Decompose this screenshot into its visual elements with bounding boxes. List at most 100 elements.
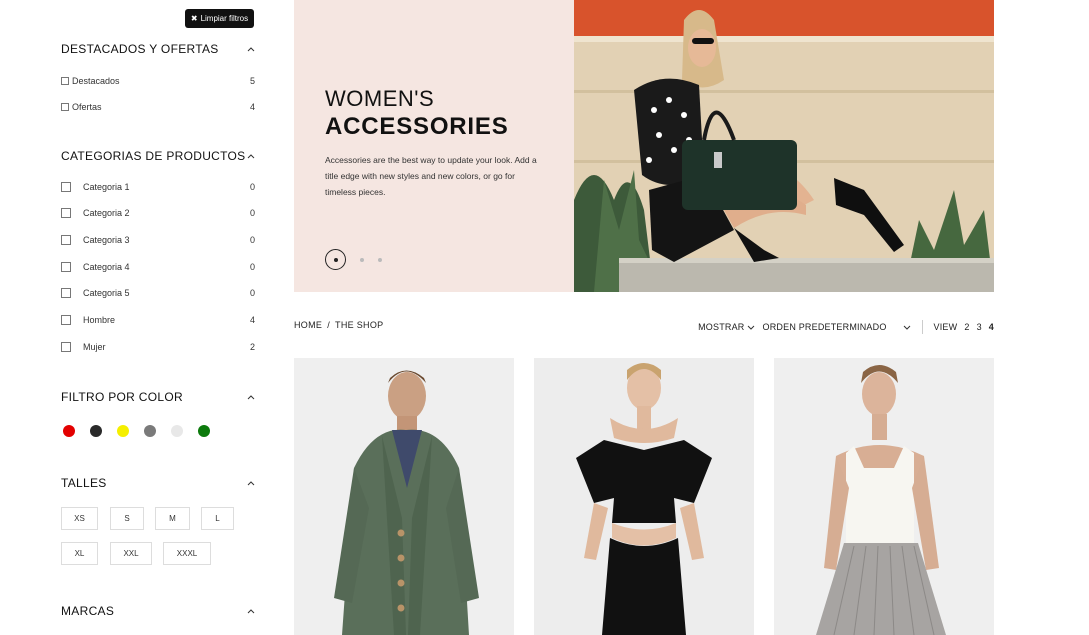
option-count: 0 [249, 208, 255, 218]
filter-option-hombre[interactable]: Hombre 4 [61, 315, 255, 325]
checkbox[interactable] [61, 208, 71, 218]
color-section-title: FILTRO POR COLOR [61, 390, 183, 404]
filter-option-categoria-3[interactable]: Categoria 3 0 [61, 235, 255, 245]
slider-dots [325, 249, 382, 270]
option-label: Mujer [83, 342, 106, 352]
filter-option-categoria-4[interactable]: Categoria 4 0 [61, 262, 255, 272]
checkbox[interactable] [61, 77, 69, 85]
sizes-section-title: TALLES [61, 476, 107, 490]
banner-title-line1: WOMEN'S [325, 86, 435, 111]
color-swatch-yellow[interactable] [117, 425, 129, 437]
breadcrumb-current: THE SHOP [335, 320, 384, 330]
show-label: MOSTRAR [698, 322, 745, 332]
filter-option-categoria-2[interactable]: Categoria 2 0 [61, 208, 255, 218]
option-label: Categoria 2 [83, 208, 130, 218]
chevron-up-icon[interactable] [247, 394, 255, 400]
hero-banner[interactable]: WOMEN'S ACCESSORIES Accessories are the … [294, 0, 994, 292]
slider-dot[interactable] [378, 257, 382, 262]
option-count: 0 [249, 235, 255, 245]
checkbox[interactable] [61, 182, 71, 192]
chevron-down-icon [747, 322, 755, 332]
option-count: 0 [249, 262, 255, 272]
filter-option-categoria-5[interactable]: Categoria 5 0 [61, 288, 255, 298]
color-swatch-gray[interactable] [144, 425, 156, 437]
woman-black-dress-photo [534, 358, 754, 635]
banner-text-panel: WOMEN'S ACCESSORIES Accessories are the … [294, 0, 574, 292]
sort-dropdown[interactable]: ORDEN PREDETERMINADO [763, 322, 911, 332]
brands-section-title: MARCAS [61, 604, 115, 618]
checkbox[interactable] [61, 315, 71, 325]
categories-section-title: CATEGORIAS DE PRODUCTOS [61, 149, 246, 163]
size-option-l[interactable]: L [201, 507, 234, 530]
option-label: Categoria 3 [83, 235, 130, 245]
checkbox[interactable] [61, 235, 71, 245]
shop-toolbar: HOME / THE SHOP MOSTRAR ORDEN PREDETERMI… [294, 316, 994, 334]
checkbox[interactable] [61, 262, 71, 272]
clear-filters-button[interactable]: ✖ Limpiar filtros [185, 9, 254, 28]
checkbox[interactable] [61, 103, 69, 111]
option-label: Categoria 4 [83, 262, 130, 272]
clear-filters-label: Limpiar filtros [200, 14, 249, 23]
filter-option-ofertas[interactable]: Ofertas 4 [61, 102, 255, 112]
view-option-2[interactable]: 2 [964, 322, 969, 332]
view-label: VIEW [933, 322, 958, 332]
toolbar-divider [921, 320, 923, 334]
chevron-up-icon[interactable] [247, 153, 255, 159]
chevron-up-icon[interactable] [247, 608, 255, 614]
woman-with-handbag-photo [574, 0, 994, 292]
color-swatch-red[interactable] [63, 425, 75, 437]
product-card[interactable] [294, 358, 514, 635]
sizes-section-header[interactable]: TALLES [61, 476, 255, 490]
color-swatch-green[interactable] [198, 425, 210, 437]
slider-dot-active[interactable] [325, 249, 346, 270]
breadcrumb-home[interactable]: HOME [294, 320, 322, 330]
woman-white-top-pleated-skirt-photo [774, 358, 994, 635]
banner-title-line2: ACCESSORIES [325, 113, 509, 140]
option-label: Hombre [83, 315, 116, 325]
option-count: 5 [249, 76, 255, 86]
option-count: 4 [249, 315, 255, 325]
banner-description: Accessories are the best way to update y… [325, 155, 537, 197]
brands-section-header[interactable]: MARCAS [61, 604, 255, 618]
featured-section-header[interactable]: DESTACADOS Y OFERTAS [61, 42, 255, 56]
filter-option-mujer[interactable]: Mujer 2 [61, 342, 255, 352]
featured-section-title: DESTACADOS Y OFERTAS [61, 42, 219, 56]
close-icon: ✖ [190, 14, 198, 23]
filter-option-categoria-1[interactable]: Categoria 1 0 [61, 182, 255, 192]
option-label: Destacados [72, 76, 120, 86]
color-swatch-black[interactable] [90, 425, 102, 437]
product-card[interactable] [534, 358, 754, 635]
view-option-4[interactable]: 4 [989, 322, 994, 332]
option-count: 0 [249, 182, 255, 192]
option-label: Categoria 1 [83, 182, 130, 192]
product-card[interactable] [774, 358, 994, 635]
color-swatch-white[interactable] [171, 425, 183, 437]
checkbox[interactable] [61, 288, 71, 298]
chevron-up-icon[interactable] [247, 480, 255, 486]
option-count: 4 [249, 102, 255, 112]
filter-option-destacados[interactable]: Destacados 5 [61, 76, 255, 86]
sort-label: ORDEN PREDETERMINADO [762, 322, 887, 332]
breadcrumb-separator: / [327, 320, 331, 330]
man-green-cardigan-photo [294, 358, 514, 635]
show-dropdown[interactable]: MOSTRAR [698, 322, 754, 332]
breadcrumb: HOME / THE SHOP [294, 320, 383, 330]
option-label: Categoria 5 [83, 288, 130, 298]
size-option-xl[interactable]: XL [61, 542, 98, 565]
size-option-xs[interactable]: XS [61, 507, 98, 530]
toolbar-controls: MOSTRAR ORDEN PREDETERMINADO VIEW 2 3 4 [698, 320, 994, 334]
color-section-header[interactable]: FILTRO POR COLOR [61, 390, 255, 404]
option-label: Ofertas [72, 102, 102, 112]
color-swatches [63, 425, 210, 437]
categories-section-header[interactable]: CATEGORIAS DE PRODUCTOS [61, 149, 255, 163]
checkbox[interactable] [61, 342, 71, 352]
slider-dot[interactable] [360, 257, 364, 262]
chevron-up-icon[interactable] [247, 46, 255, 52]
view-option-3[interactable]: 3 [977, 322, 982, 332]
option-count: 2 [249, 342, 255, 352]
size-option-xxxl[interactable]: XXXL [163, 542, 211, 565]
view-columns: VIEW 2 3 4 [934, 322, 994, 332]
size-option-xxl[interactable]: XXL [110, 542, 152, 565]
size-option-s[interactable]: S [110, 507, 144, 530]
size-option-m[interactable]: M [155, 507, 190, 530]
